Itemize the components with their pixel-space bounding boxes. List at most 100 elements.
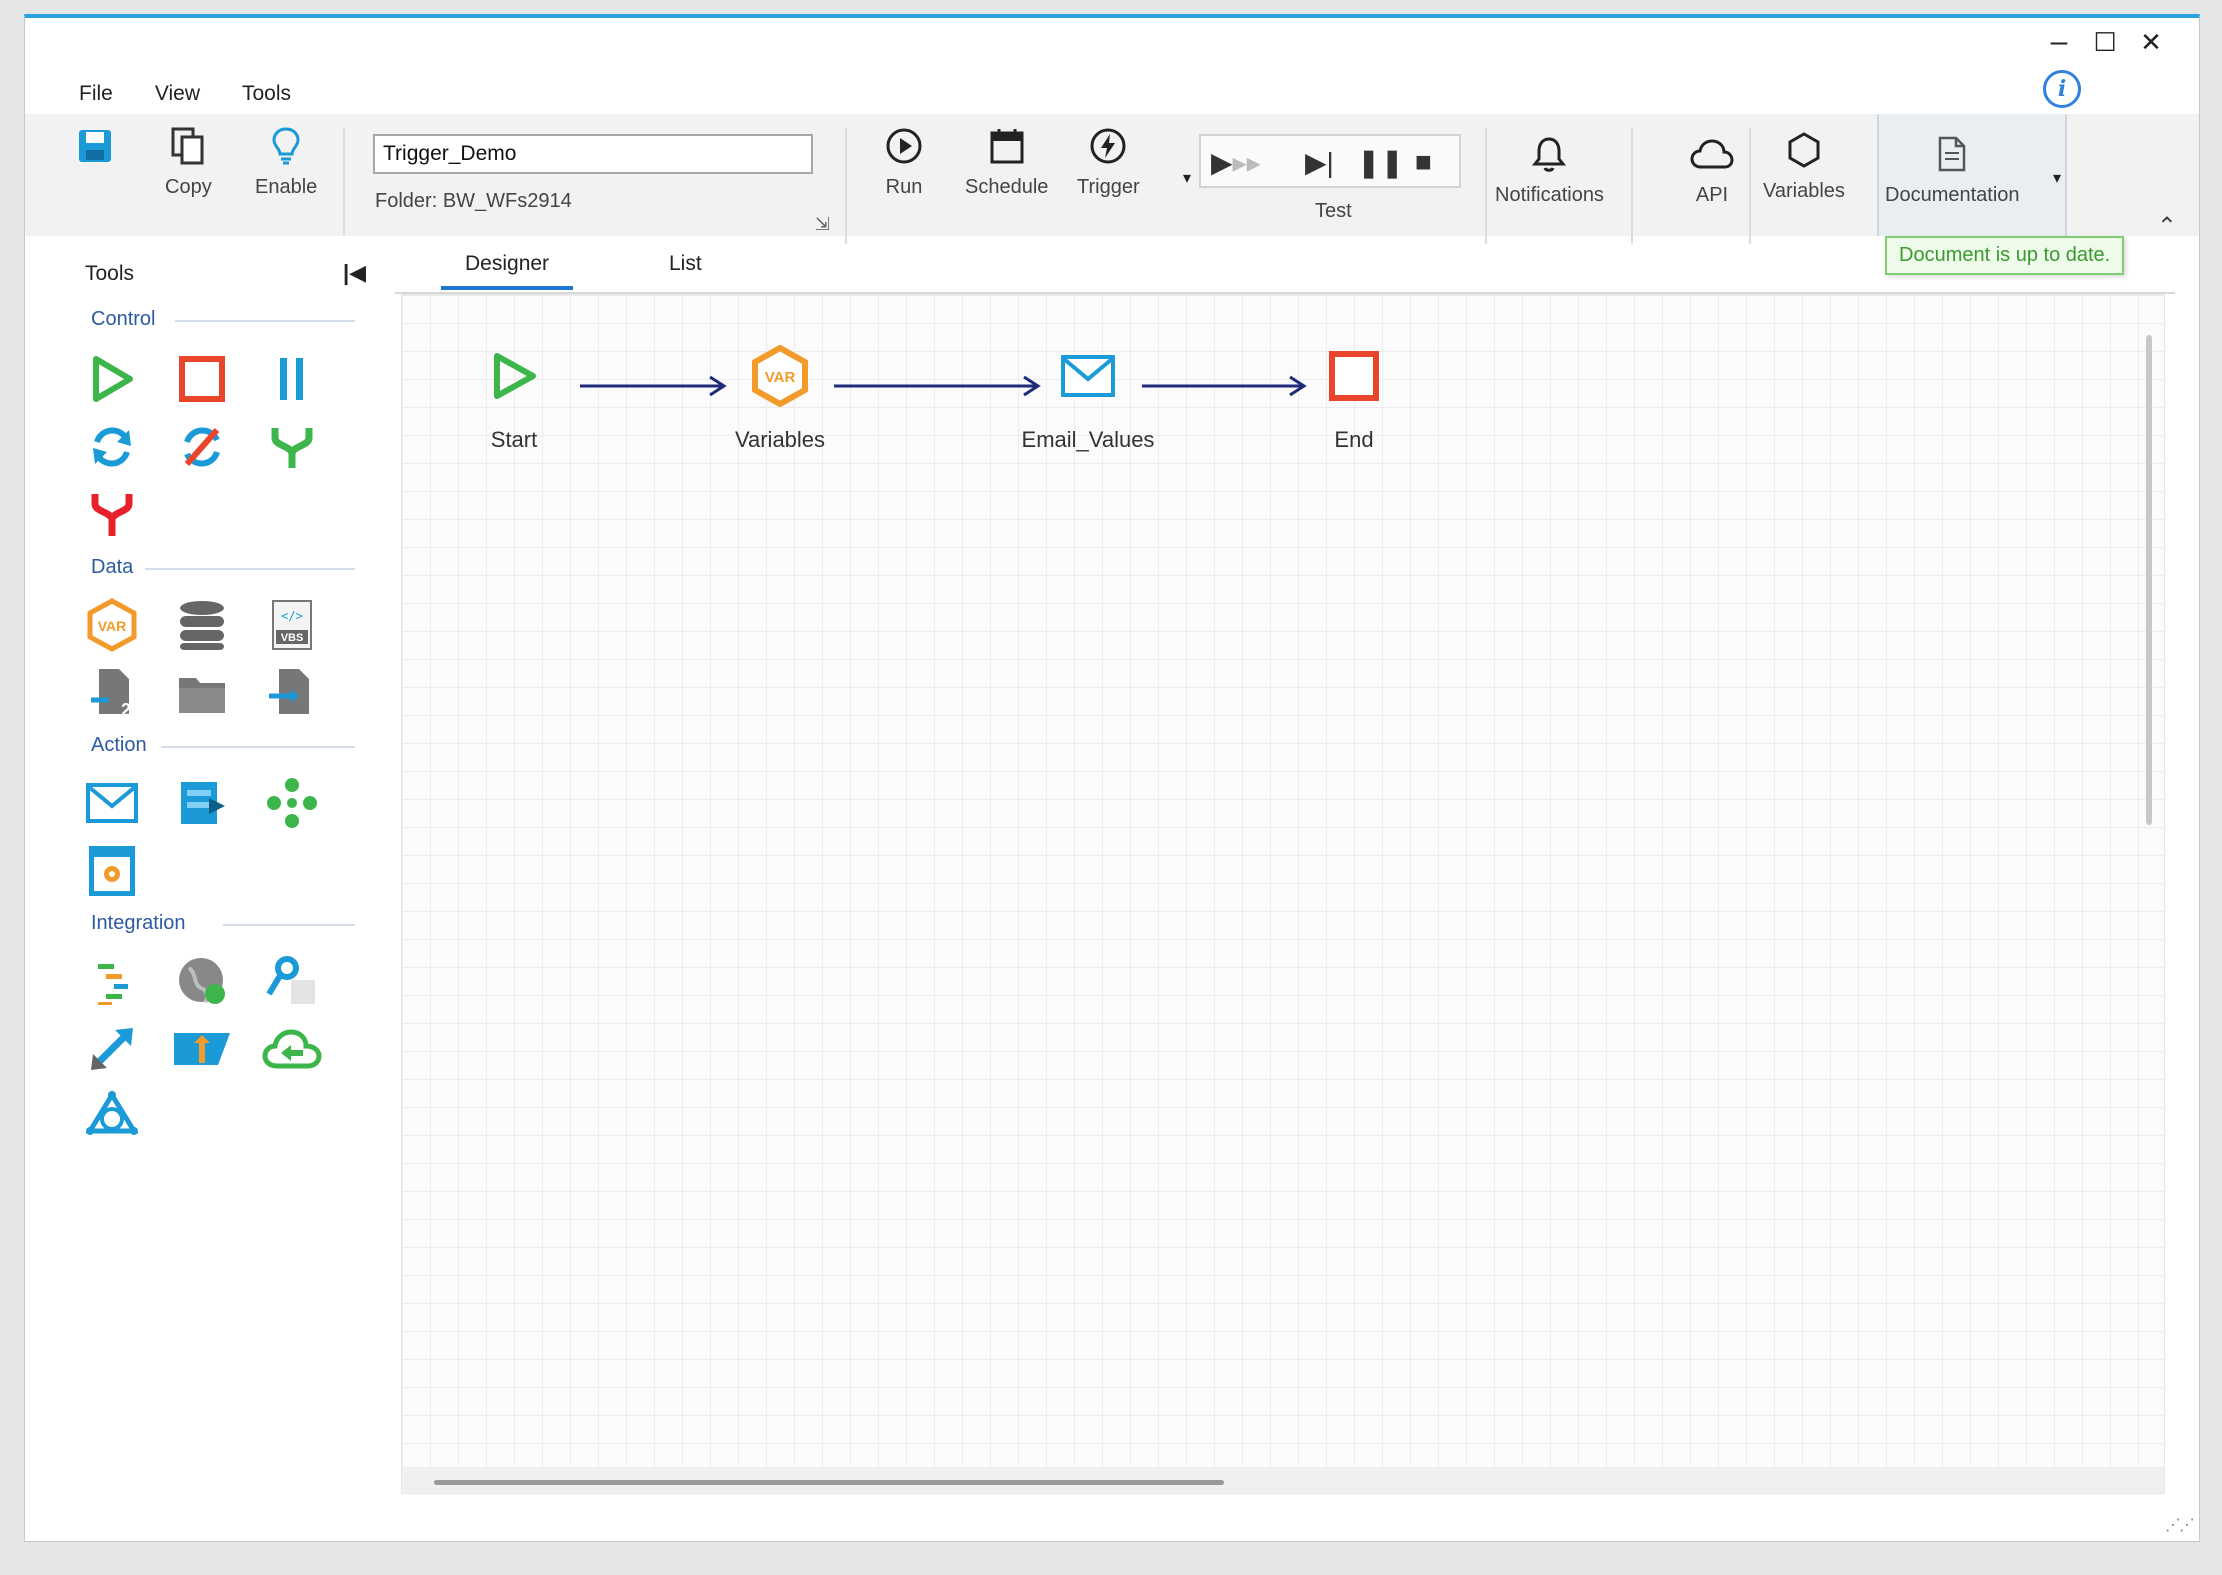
- run-all-icon[interactable]: ▶▸▸: [1211, 146, 1261, 179]
- application-icon[interactable]: [81, 840, 143, 902]
- run-label: Run: [885, 176, 923, 198]
- document-icon: [1935, 128, 1969, 180]
- group-divider: [175, 320, 355, 322]
- test-label: Test: [1315, 200, 1352, 222]
- email-icon[interactable]: [81, 772, 143, 834]
- node-label: Variables: [734, 427, 826, 452]
- notifications-button[interactable]: Notifications: [1495, 128, 1604, 207]
- pause-icon[interactable]: ❚❚: [1357, 146, 1404, 179]
- title-bar: – ☐ ✕: [25, 18, 2199, 70]
- web-icon[interactable]: [171, 950, 233, 1012]
- vbscript-icon[interactable]: </> VBS: [261, 594, 323, 656]
- svg-text:VAR: VAR: [98, 618, 127, 634]
- loop-icon[interactable]: [81, 416, 143, 478]
- horizontal-scrollbar-thumb[interactable]: [434, 1480, 1224, 1485]
- workflow-name-input[interactable]: [373, 134, 813, 174]
- api-button[interactable]: API: [1689, 128, 1735, 207]
- save-icon: [77, 120, 113, 172]
- start-icon[interactable]: [81, 348, 143, 410]
- menu-file[interactable]: File: [79, 74, 131, 114]
- tab-designer[interactable]: Designer: [441, 252, 574, 290]
- upload-icon[interactable]: [171, 1018, 233, 1080]
- trigger-label: Trigger: [1077, 176, 1140, 198]
- folder-info: Folder: BW_WFs2914: [375, 190, 572, 213]
- svg-text:VAR: VAR: [765, 369, 796, 386]
- api-list-icon[interactable]: [81, 950, 143, 1012]
- documentation-content: Documentation: [1885, 128, 2020, 207]
- folder-value: BW_WFs2914: [442, 190, 572, 212]
- workflow-node-email[interactable]: Email_Values: [988, 341, 1188, 453]
- schedule-label: Schedule: [965, 176, 1049, 198]
- parallel-icon[interactable]: [261, 348, 323, 410]
- node-label: End: [1334, 427, 1374, 452]
- stop-icon[interactable]: [171, 348, 233, 410]
- tool-group-action-title: Action: [91, 734, 147, 756]
- copy-button[interactable]: Copy: [165, 120, 212, 199]
- group-divider: [223, 924, 355, 926]
- designer-canvas[interactable]: Start VAR Variables Email_Values End: [401, 294, 2165, 1494]
- schedule-button[interactable]: Schedule: [965, 120, 1048, 199]
- menu-tools[interactable]: Tools: [218, 74, 309, 114]
- minimize-button[interactable]: –: [2039, 24, 2079, 60]
- bell-icon: [1532, 128, 1567, 180]
- workflow-node-variables[interactable]: VAR Variables: [680, 341, 880, 453]
- app-window: – ☐ ✕ File View Tools i Copy Enable Trig…: [24, 14, 2200, 1542]
- email-icon: [1053, 341, 1123, 411]
- info-icon[interactable]: i: [2043, 70, 2081, 108]
- folder-label: Folder:: [375, 190, 438, 212]
- node-label: Start: [490, 427, 538, 452]
- workflow-node-end[interactable]: End: [1254, 341, 1454, 453]
- folder-icon[interactable]: [171, 662, 233, 724]
- cloud-sync-icon[interactable]: [261, 1018, 323, 1080]
- node-label: Email_Values: [1021, 427, 1155, 452]
- variables-label: Variables: [1763, 180, 1845, 202]
- collapse-panel-icon[interactable]: |◀: [343, 260, 366, 286]
- save-button[interactable]: [77, 120, 113, 172]
- workflow-node-start[interactable]: Start: [414, 341, 614, 453]
- maximize-button[interactable]: ☐: [2085, 24, 2125, 60]
- separator: [1749, 128, 1751, 244]
- vertical-scrollbar[interactable]: [2146, 335, 2152, 825]
- start-icon: [479, 341, 549, 411]
- documentation-button[interactable]: Documentation ▾: [1877, 114, 2067, 236]
- close-button[interactable]: ✕: [2131, 24, 2171, 60]
- network-icon[interactable]: [81, 1086, 143, 1148]
- enable-label: Enable: [255, 176, 318, 198]
- dialog-launcher-icon[interactable]: ⇲: [815, 214, 830, 235]
- run-button[interactable]: Run: [885, 120, 923, 199]
- tab-list[interactable]: List: [645, 252, 726, 286]
- stop-loop-icon[interactable]: [171, 416, 233, 478]
- file-import-icon[interactable]: [261, 662, 323, 724]
- menu-bar: File View Tools: [79, 74, 309, 114]
- variable-icon[interactable]: VAR: [81, 594, 143, 656]
- step-icon[interactable]: ▶|: [1305, 146, 1334, 179]
- documentation-dropdown-icon[interactable]: ▾: [2053, 168, 2061, 188]
- tool-group-integration-title: Integration: [91, 912, 186, 934]
- merge-icon[interactable]: [81, 484, 143, 546]
- horizontal-scrollbar-track[interactable]: [402, 1467, 2164, 1493]
- enable-button[interactable]: Enable: [255, 120, 317, 199]
- branch-icon[interactable]: [261, 416, 323, 478]
- collapse-ribbon-icon[interactable]: ⌃: [2157, 212, 2177, 241]
- separator: [343, 128, 345, 244]
- variables-button[interactable]: Variables: [1763, 124, 1845, 203]
- key-icon[interactable]: [261, 950, 323, 1012]
- database-icon[interactable]: [171, 594, 233, 656]
- stop-icon[interactable]: ■: [1415, 146, 1432, 178]
- export-icon[interactable]: [171, 772, 233, 834]
- trigger-dropdown-icon[interactable]: ▾: [1183, 168, 1191, 188]
- api-label: API: [1695, 184, 1729, 206]
- trigger-button[interactable]: Trigger: [1077, 120, 1140, 199]
- svg-text:2: 2: [121, 700, 131, 720]
- file-convert-icon[interactable]: 2: [81, 662, 143, 724]
- separator: [845, 128, 847, 244]
- ribbon-toolbar: Copy Enable Folder: BW_WFs2914 ⇲ Run: [25, 114, 2199, 244]
- svg-text:</>: </>: [281, 609, 303, 623]
- menu-view[interactable]: View: [131, 74, 218, 114]
- expand-icon[interactable]: [81, 1018, 143, 1080]
- tool-group-control-title: Control: [91, 308, 156, 330]
- process-icon[interactable]: [261, 772, 323, 834]
- resize-grip-icon[interactable]: ⋰⋰: [2165, 1515, 2195, 1535]
- calendar-icon: [989, 120, 1025, 172]
- tool-group-data-title: Data: [91, 556, 134, 578]
